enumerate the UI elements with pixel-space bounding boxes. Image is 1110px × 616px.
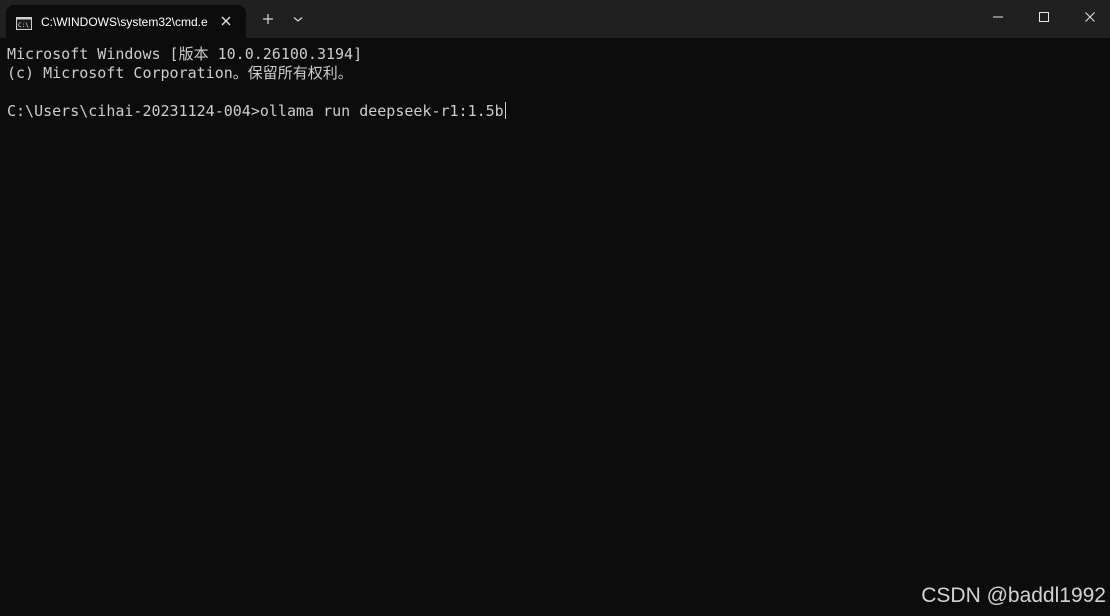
console-prompt-line[interactable]: C:\Users\cihai-20231124-004>ollama run d… [7, 102, 506, 121]
watermark: CSDN @baddl1992 [921, 584, 1106, 607]
window-close-button[interactable] [1066, 0, 1110, 34]
title-bar: C:\ C:\WINDOWS\system32\cmd.e [0, 0, 1110, 38]
tab-dropdown-button[interactable] [288, 9, 308, 29]
console-output[interactable]: Microsoft Windows [版本 10.0.26100.3194] (… [0, 38, 1110, 616]
new-tab-button[interactable] [258, 9, 278, 29]
plus-icon [263, 14, 273, 24]
minimize-button[interactable] [974, 0, 1020, 34]
text-cursor [504, 102, 506, 119]
cmd-icon: C:\ [16, 15, 32, 30]
close-icon [1085, 12, 1095, 22]
console-line-copyright: (c) Microsoft Corporation。保留所有权利。 [7, 64, 353, 82]
tab-cmd[interactable]: C:\ C:\WINDOWS\system32\cmd.e [6, 5, 246, 38]
tab-title: C:\WINDOWS\system32\cmd.e [41, 15, 208, 29]
chevron-down-icon [293, 17, 303, 22]
svg-text:C:\: C:\ [18, 22, 29, 29]
tab-close-icon[interactable] [218, 13, 234, 29]
console-command: C:\Users\cihai-20231124-004>ollama run d… [7, 102, 504, 120]
maximize-icon [1039, 12, 1049, 22]
minimize-icon [993, 16, 1003, 18]
maximize-button[interactable] [1020, 0, 1066, 34]
console-line-version: Microsoft Windows [版本 10.0.26100.3194] [7, 45, 363, 63]
